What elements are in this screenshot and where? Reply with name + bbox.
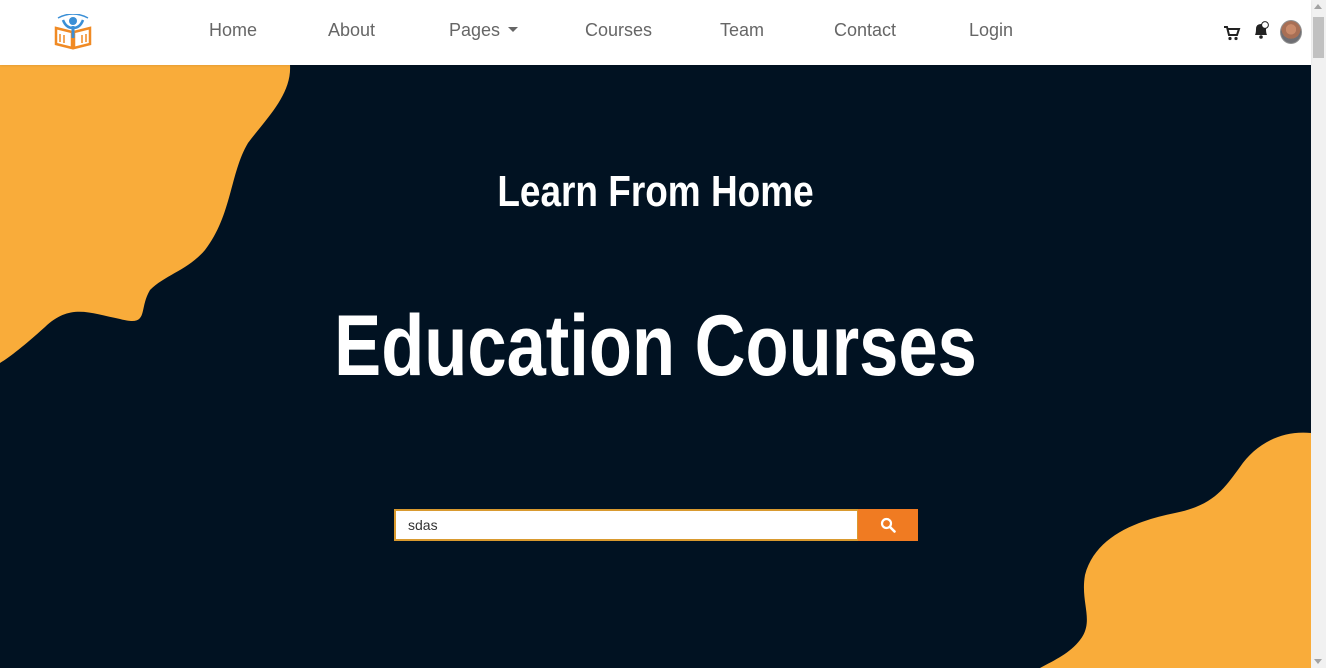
nav-team[interactable]: Team [720,20,764,41]
decorative-blob-bottom-right [1040,432,1311,668]
scroll-down-arrow-icon[interactable] [1314,659,1322,664]
nav-home[interactable]: Home [209,20,257,41]
avatar[interactable] [1280,20,1302,44]
top-navbar: Home About Pages Courses Team Contact Lo… [0,0,1311,65]
nav-pages-dropdown[interactable]: Pages [449,20,519,41]
page-scrollbar[interactable] [1311,0,1326,668]
brand-logo[interactable] [52,14,94,50]
search-button[interactable] [858,509,918,541]
search-icon [880,517,896,533]
nav-about[interactable]: About [328,20,375,41]
nav-pages-label: Pages [449,20,501,40]
scroll-up-arrow-icon[interactable] [1314,4,1322,9]
nav-contact[interactable]: Contact [834,20,896,41]
nav-login[interactable]: Login [969,20,1013,41]
bell-icon[interactable] [1252,21,1270,41]
nav-courses[interactable]: Courses [585,20,652,41]
cart-icon[interactable] [1223,24,1241,42]
hero-title: Education Courses [334,298,977,394]
caret-down-icon [508,27,519,32]
scroll-thumb[interactable] [1313,17,1324,58]
hero-subtitle: Learn From Home [497,167,814,216]
hero-section: Learn From Home Education Courses [0,65,1311,668]
search-input[interactable] [394,509,859,541]
